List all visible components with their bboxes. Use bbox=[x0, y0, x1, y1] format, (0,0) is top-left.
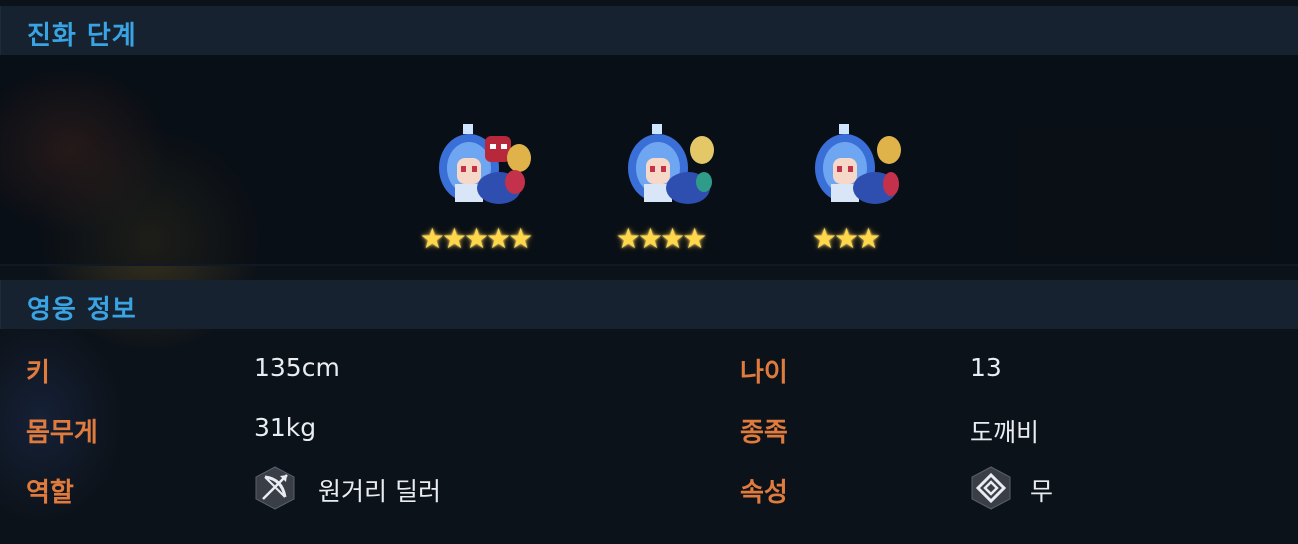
hero-sprite-4-star bbox=[628, 124, 714, 204]
hero-info-header: 영웅 정보 bbox=[0, 280, 1298, 329]
attribute-value: 무 bbox=[1030, 477, 1054, 506]
race-label: 종족 bbox=[740, 418, 788, 448]
role-label: 역할 bbox=[26, 478, 74, 508]
evolution-stage-title: 진화 단계 bbox=[27, 21, 137, 51]
hero-sprite-3-star bbox=[815, 124, 901, 204]
star-rating-5: ★★★★★ bbox=[419, 222, 534, 255]
attribute-label: 속성 bbox=[740, 478, 788, 508]
race-value: 도깨비 bbox=[970, 418, 1040, 447]
evolution-stage-3[interactable]: ★★★ bbox=[775, 118, 915, 258]
hero-sprite-5-star bbox=[439, 124, 531, 204]
neutral-element-icon bbox=[971, 466, 1011, 510]
age-label: 나이 bbox=[740, 358, 788, 388]
height-value: 135cm bbox=[254, 353, 340, 382]
bow-arrow-icon bbox=[255, 466, 295, 510]
star-rating-3: ★★★ bbox=[811, 222, 881, 255]
hero-info-title: 영웅 정보 bbox=[27, 295, 137, 325]
evolution-stage-5[interactable]: ★★★★★ bbox=[405, 118, 545, 258]
evolution-stage-4[interactable]: ★★★★ bbox=[590, 118, 730, 258]
evolution-stage-header: 진화 단계 bbox=[0, 6, 1298, 55]
star-rating-4: ★★★★ bbox=[615, 222, 707, 255]
section-divider bbox=[0, 264, 1298, 266]
role-value: 원거리 딜러 bbox=[318, 477, 441, 506]
weight-label: 몸무게 bbox=[26, 418, 98, 448]
height-label: 키 bbox=[26, 358, 50, 388]
weight-value: 31kg bbox=[254, 413, 317, 442]
age-value: 13 bbox=[970, 353, 1002, 382]
